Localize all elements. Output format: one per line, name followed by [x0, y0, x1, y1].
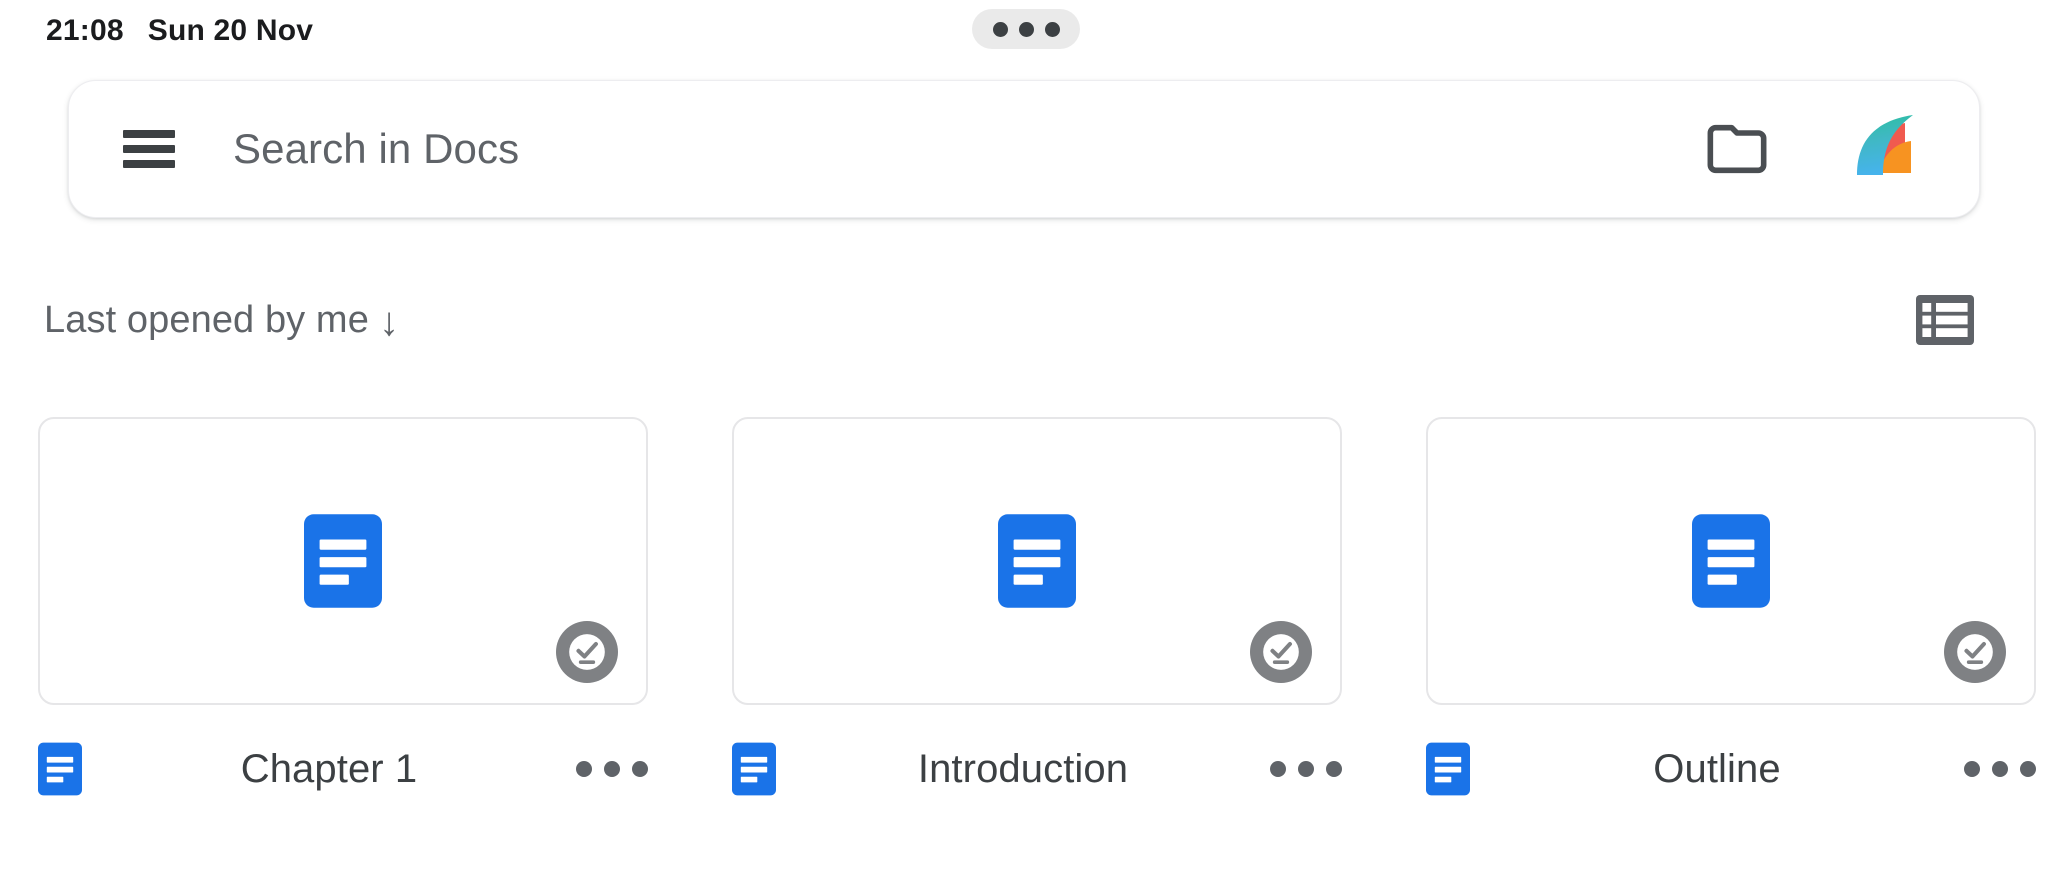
- three-dots-pill-icon: [972, 9, 1080, 49]
- document-title: Chapter 1: [240, 746, 418, 791]
- document-title: Outline: [1653, 746, 1781, 791]
- more-options-icon[interactable]: [1964, 754, 2036, 784]
- sort-by-button[interactable]: Last opened by me ↓: [44, 298, 399, 344]
- status-bar-date: Sun 20 Nov: [147, 14, 314, 47]
- docs-home-screen: 21:08 Sun 20 Nov Search in Docs Last ope…: [0, 0, 2048, 890]
- document-label-row[interactable]: Introduction: [732, 733, 1342, 805]
- document-grid: Chapter 1 Introduction Outline: [38, 417, 2036, 805]
- list-view-icon[interactable]: [1916, 295, 1974, 345]
- sort-direction-arrow-icon: ↓: [378, 300, 399, 344]
- pill-dot: [1044, 21, 1060, 37]
- google-docs-icon: [38, 742, 82, 796]
- google-docs-icon: [1692, 514, 1770, 608]
- document-title: Introduction: [917, 746, 1129, 791]
- google-docs-icon: [998, 514, 1076, 608]
- pill-dot: [992, 21, 1008, 37]
- document-card[interactable]: Outline: [1426, 417, 2036, 805]
- account-avatar[interactable]: [1843, 105, 1931, 193]
- status-bar-clock: 21:08: [46, 14, 124, 47]
- sort-and-view-row: Last opened by me ↓: [0, 272, 2048, 368]
- available-offline-icon: [556, 621, 618, 683]
- search-input[interactable]: Search in Docs: [233, 125, 1705, 173]
- folder-icon[interactable]: [1705, 117, 1769, 181]
- document-label-row[interactable]: Chapter 1: [38, 733, 648, 805]
- status-bar: 21:08 Sun 20 Nov: [0, 0, 2048, 62]
- available-offline-icon: [1944, 621, 2006, 683]
- document-thumbnail[interactable]: [38, 417, 648, 705]
- document-card[interactable]: Chapter 1: [38, 417, 648, 805]
- available-offline-icon: [1250, 621, 1312, 683]
- search-bar[interactable]: Search in Docs: [68, 80, 1980, 218]
- document-card[interactable]: Introduction: [732, 417, 1342, 805]
- google-docs-icon: [732, 742, 776, 796]
- document-thumbnail[interactable]: [1426, 417, 2036, 705]
- sort-by-label: Last opened by me: [44, 298, 369, 341]
- google-docs-icon: [1426, 742, 1470, 796]
- document-thumbnail[interactable]: [732, 417, 1342, 705]
- more-options-icon[interactable]: [576, 754, 648, 784]
- hamburger-menu-icon[interactable]: [123, 130, 175, 168]
- more-options-icon[interactable]: [1270, 754, 1342, 784]
- google-docs-icon: [304, 514, 382, 608]
- document-label-row[interactable]: Outline: [1426, 733, 2036, 805]
- pill-dot: [1018, 21, 1034, 37]
